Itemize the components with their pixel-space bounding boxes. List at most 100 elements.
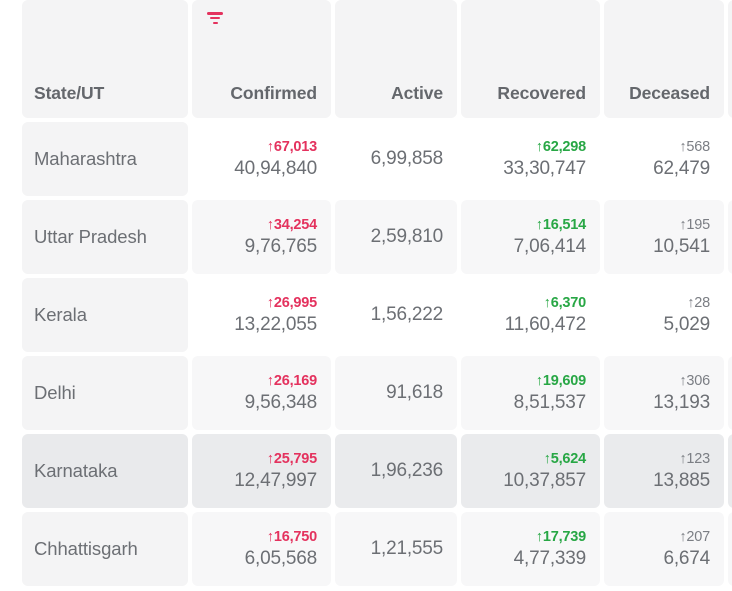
cell-overflow [728,434,732,508]
delta-value: ↑28 [687,295,710,312]
delta-value: ↑25,795 [266,451,317,468]
cell-overflow [728,278,732,352]
total-value: 13,22,055 [234,313,317,335]
cell-confirmed: ↑25,795 12,47,997 [192,434,331,508]
cell-confirmed: ↑16,750 6,05,568 [192,512,331,586]
cell-active: 6,99,858 [335,122,457,196]
column-header-overflow [728,0,732,118]
column-header-active[interactable]: Active [335,0,457,118]
delta-value: ↑306 [679,373,710,390]
total-value: 1,96,236 [370,460,444,482]
total-value: 13,885 [653,469,710,491]
cell-confirmed: ↑34,254 9,76,765 [192,200,331,274]
total-value: 8,51,537 [513,391,587,413]
total-value: 10,541 [653,235,710,257]
cell-overflow [728,122,732,196]
cell-state: Kerala [22,278,188,352]
column-header-deceased[interactable]: Deceased [604,0,724,118]
table-row[interactable]: Karnataka ↑25,795 12,47,997 1,96,236 ↑5,624 1… [22,434,732,508]
total-value: 9,56,348 [244,391,318,413]
total-value: 11,60,472 [504,313,587,335]
cell-active: 1,96,236 [335,434,457,508]
total-value: 62,479 [653,157,710,179]
cell-state: Maharashtra [22,122,188,196]
column-header-recovered[interactable]: Recovered [461,0,600,118]
state-name: Kerala [34,303,87,325]
delta-value: ↑195 [679,217,710,234]
column-header-state[interactable]: State/UT [22,0,188,118]
cell-recovered: ↑19,609 8,51,537 [461,356,600,430]
cell-confirmed: ↑26,169 9,56,348 [192,356,331,430]
total-value: 33,30,747 [503,157,586,179]
column-header-confirmed-label: Confirmed [230,83,317,103]
delta-value: ↑207 [679,529,710,546]
delta-value: ↑123 [679,451,710,468]
total-value: 5,029 [663,313,710,335]
cell-recovered: ↑6,370 11,60,472 [461,278,600,352]
cell-state: Chhattisgarh [22,512,188,586]
delta-value: ↑26,995 [266,295,317,312]
table-header: State/UT Confirmed Active Recovered Dece… [22,0,732,118]
total-value: 6,99,858 [370,148,444,170]
table-row[interactable]: Kerala ↑26,995 13,22,055 1,56,222 ↑6,370 11,6… [22,278,732,352]
total-value: 2,59,810 [370,226,444,248]
table-row[interactable]: Delhi ↑26,169 9,56,348 91,618 ↑19,609 8,51,53… [22,356,732,430]
cell-recovered: ↑62,298 33,30,747 [461,122,600,196]
total-value: 91,618 [386,382,443,404]
total-value: 1,56,222 [370,304,444,326]
cell-recovered: ↑5,624 10,37,857 [461,434,600,508]
column-header-active-label: Active [391,83,443,103]
cell-deceased: ↑28 5,029 [604,278,724,352]
cell-active: 1,21,555 [335,512,457,586]
delta-value: ↑16,514 [535,217,586,234]
cell-confirmed: ↑67,013 40,94,840 [192,122,331,196]
column-header-confirmed[interactable]: Confirmed [192,0,331,118]
cell-overflow [728,512,732,586]
cell-recovered: ↑17,739 4,77,339 [461,512,600,586]
state-name: Maharashtra [34,147,137,169]
cell-active: 91,618 [335,356,457,430]
total-value: 1,21,555 [370,538,444,560]
table-body: Maharashtra ↑67,013 40,94,840 6,99,858 ↑62,2… [22,122,732,586]
cell-state: Uttar Pradesh [22,200,188,274]
state-name: Uttar Pradesh [34,225,147,247]
total-value: 10,37,857 [503,469,586,491]
cell-active: 1,56,222 [335,278,457,352]
column-header-recovered-label: Recovered [497,83,586,103]
cell-deceased: ↑123 13,885 [604,434,724,508]
total-value: 6,05,568 [244,547,318,569]
cell-deceased: ↑568 62,479 [604,122,724,196]
cell-overflow [728,200,732,274]
cell-active: 2,59,810 [335,200,457,274]
total-value: 9,76,765 [244,235,318,257]
state-name: Chhattisgarh [34,537,138,559]
cell-overflow [728,356,732,430]
delta-value: ↑5,624 [543,451,587,468]
column-header-deceased-label: Deceased [629,83,710,103]
column-header-state-label: State/UT [34,83,105,103]
cell-confirmed: ↑26,995 13,22,055 [192,278,331,352]
total-value: 12,47,997 [234,469,317,491]
total-value: 4,77,339 [513,547,587,569]
covid-state-table: State/UT Confirmed Active Recovered Dece… [18,0,732,590]
delta-value: ↑26,169 [266,373,317,390]
delta-value: ↑568 [679,139,710,156]
delta-value: ↑17,739 [535,529,586,546]
covid-state-table-container: State/UT Confirmed Active Recovered Dece… [0,0,732,591]
state-name: Delhi [34,381,76,403]
table-row[interactable]: Maharashtra ↑67,013 40,94,840 6,99,858 ↑62,2… [22,122,732,196]
delta-value: ↑67,013 [266,139,317,156]
state-name: Karnataka [34,459,118,481]
total-value: 6,674 [663,547,710,569]
delta-value: ↑34,254 [266,217,317,234]
cell-deceased: ↑306 13,193 [604,356,724,430]
total-value: 13,193 [653,391,710,413]
sort-descending-icon[interactable] [206,12,224,26]
delta-value: ↑6,370 [543,295,587,312]
delta-value: ↑19,609 [535,373,586,390]
table-row[interactable]: Chhattisgarh ↑16,750 6,05,568 1,21,555 ↑17,7… [22,512,732,586]
table-row[interactable]: Uttar Pradesh ↑34,254 9,76,765 2,59,810 ↑16,… [22,200,732,274]
total-value: 40,94,840 [234,157,317,179]
cell-recovered: ↑16,514 7,06,414 [461,200,600,274]
cell-state: Karnataka [22,434,188,508]
